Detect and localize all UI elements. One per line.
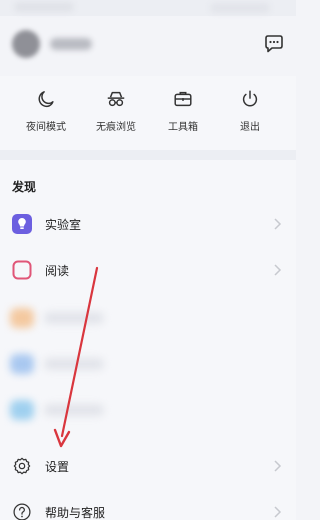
blurred-menu-item[interactable] xyxy=(0,388,296,432)
menu-item-lab[interactable]: 实验室 xyxy=(0,202,296,246)
chevron-right-icon xyxy=(274,506,282,518)
toolbox-label: 工具箱 xyxy=(168,122,198,133)
power-icon xyxy=(242,90,258,107)
blurred-icon xyxy=(10,308,34,328)
menu-item-reading-label: 阅读 xyxy=(45,264,70,278)
menu-item-help[interactable]: 帮助与客服 xyxy=(0,490,296,520)
night-mode-label: 夜间模式 xyxy=(26,122,66,133)
incognito-button[interactable]: 无痕浏览 xyxy=(81,88,151,144)
message-bubble-icon[interactable] xyxy=(262,32,286,56)
menu-item-settings-label: 设置 xyxy=(45,460,70,474)
blurred-menu-item[interactable] xyxy=(0,342,296,386)
blurred-icon xyxy=(10,400,34,420)
blurred-menu-item[interactable] xyxy=(0,296,296,340)
blurred-label xyxy=(44,358,104,370)
incognito-icon xyxy=(107,91,125,107)
chevron-right-icon xyxy=(274,460,282,472)
user-name-blurred[interactable] xyxy=(50,38,92,50)
menu-item-help-label: 帮助与客服 xyxy=(45,506,106,520)
quick-actions-panel: 夜间模式 无痕浏览 工具箱 退出 xyxy=(0,76,296,150)
blurred-status-right xyxy=(210,3,270,13)
lab-icon xyxy=(12,214,32,234)
profile-header xyxy=(0,16,296,76)
incognito-label: 无痕浏览 xyxy=(96,122,136,133)
chevron-right-icon xyxy=(274,264,282,276)
menu-item-settings[interactable]: 设置 xyxy=(0,444,296,488)
gear-icon xyxy=(12,456,32,476)
status-area xyxy=(0,0,296,16)
night-mode-button[interactable]: 夜间模式 xyxy=(11,88,81,144)
blurred-icon xyxy=(10,354,34,374)
moon-icon xyxy=(38,91,54,108)
toolbox-icon xyxy=(174,91,192,107)
discover-section: 发现 实验室 阅读 设置 帮助与客服 xyxy=(0,160,296,520)
blurred-label xyxy=(44,312,104,324)
help-icon xyxy=(12,502,32,520)
avatar[interactable] xyxy=(12,30,40,58)
menu-item-lab-label: 实验室 xyxy=(45,218,82,232)
exit-button[interactable]: 退出 xyxy=(215,88,285,144)
exit-label: 退出 xyxy=(240,122,260,133)
toolbox-button[interactable]: 工具箱 xyxy=(148,88,218,144)
blurred-status-left xyxy=(14,2,74,12)
chevron-right-icon xyxy=(274,218,282,230)
section-divider xyxy=(0,150,296,160)
reading-icon xyxy=(12,260,32,280)
blurred-label xyxy=(44,404,104,416)
discover-title: 发现 xyxy=(12,180,37,194)
menu-item-reading[interactable]: 阅读 xyxy=(0,248,296,292)
